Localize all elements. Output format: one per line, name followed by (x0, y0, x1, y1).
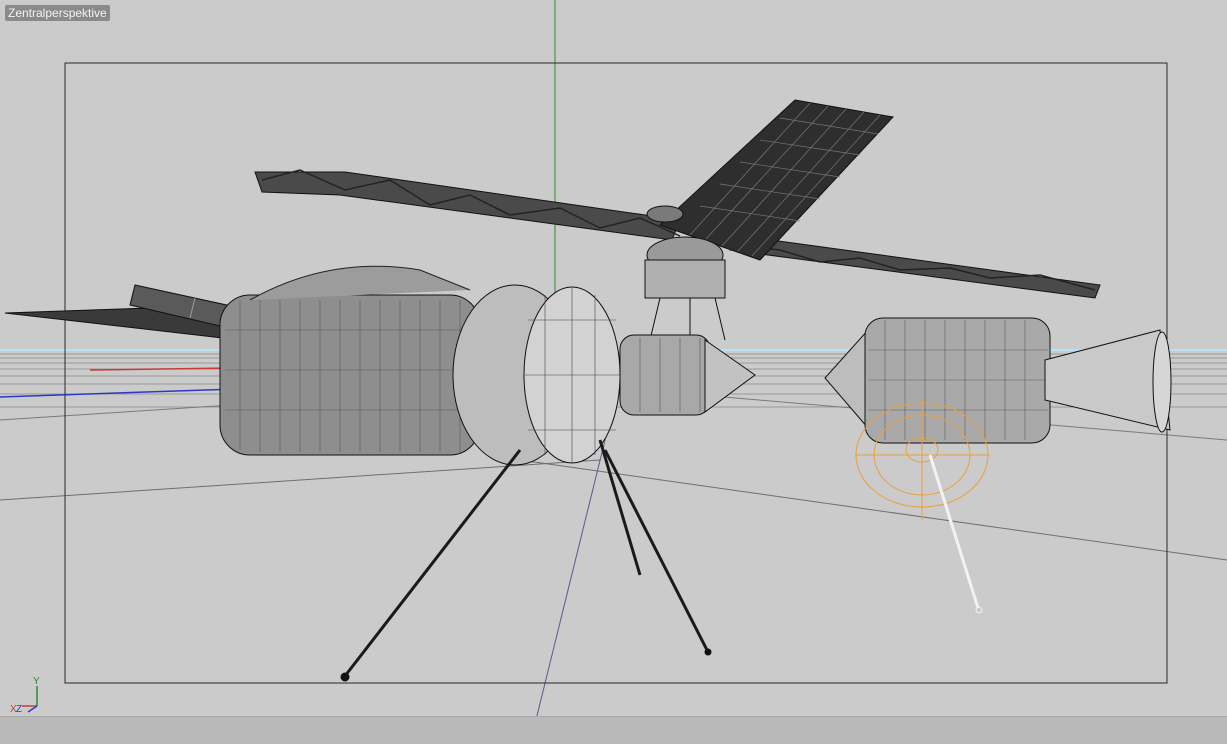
solar-wing-upper-left[interactable] (254, 171, 681, 241)
orbital-workshop[interactable] (219, 294, 481, 456)
view-mode-label[interactable]: Zentralperspektive (5, 5, 110, 21)
service-module[interactable] (864, 317, 1051, 444)
command-module[interactable] (824, 328, 869, 430)
apollo-command-service-module[interactable] (824, 317, 1172, 444)
solar-array-top[interactable] (659, 99, 894, 261)
solar-wing-upper-right[interactable] (729, 234, 1101, 299)
3d-viewport[interactable]: Y X Z Zentralperspektive (0, 0, 1227, 744)
docking-adapter[interactable] (619, 334, 711, 416)
axis-y-label: Y (33, 676, 40, 687)
light-beam[interactable] (928, 454, 980, 609)
boom-struts[interactable] (343, 439, 710, 677)
axis-z-label: Z (16, 704, 22, 715)
scene-canvas[interactable]: Y X Z (0, 0, 1227, 744)
engine-nozzle[interactable] (1044, 329, 1171, 431)
viewport-header: Zentralperspektive (0, 0, 1227, 28)
axis-gizmo: Y X Z (10, 676, 40, 715)
viewport-bottom-bar (0, 716, 1227, 744)
x-axis-line (89, 367, 231, 371)
